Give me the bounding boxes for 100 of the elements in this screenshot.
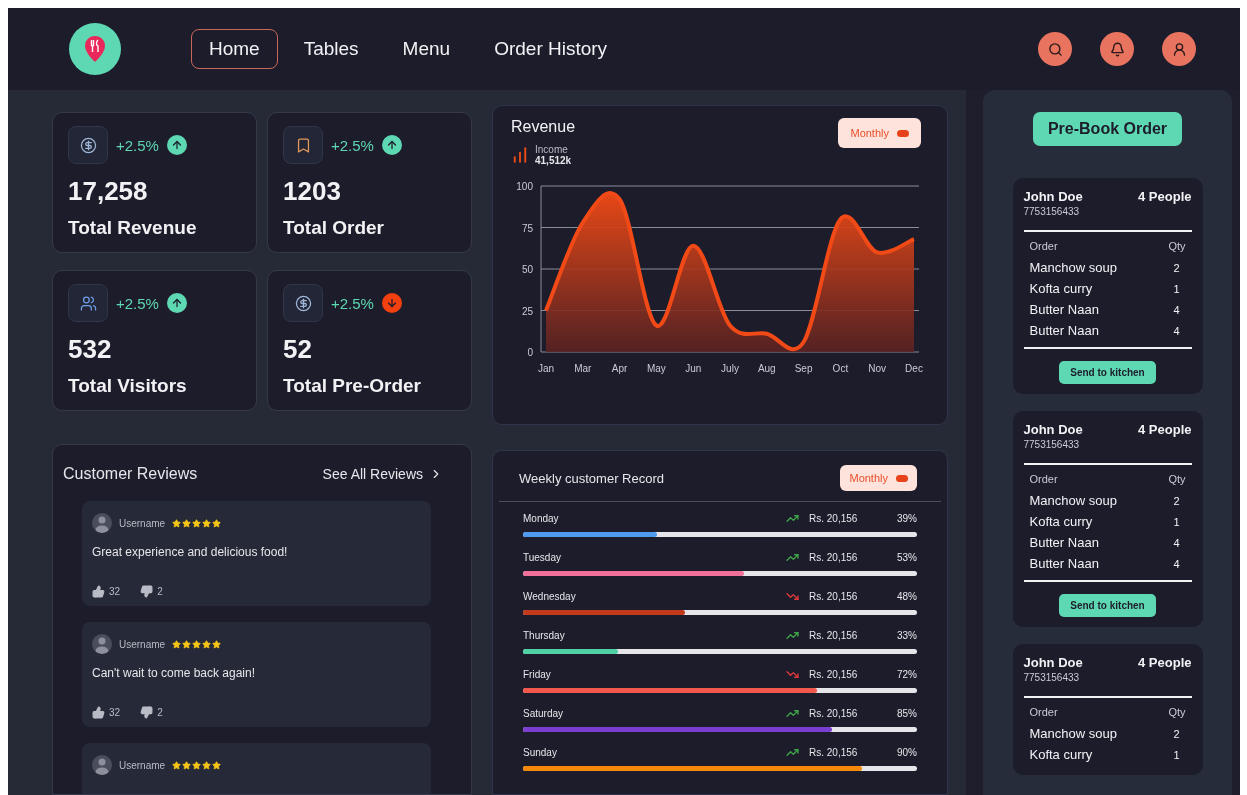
- day-label: Saturday: [523, 708, 565, 719]
- item-name: Kofta curry: [1029, 281, 1093, 296]
- phone-number: 7753156433: [1023, 206, 1081, 217]
- column-header: Qty: [1168, 240, 1186, 252]
- amount-text: Rs. 20,156: [809, 747, 859, 758]
- dollar-icon: [79, 136, 97, 154]
- panel-title: Weekly customer Record: [519, 470, 664, 486]
- axis-label: Oct: [832, 363, 849, 374]
- username: Username: [119, 638, 166, 650]
- change-text: +2.5%: [116, 136, 159, 154]
- day-label: Sunday: [523, 747, 558, 758]
- change-text: +2.5%: [331, 294, 374, 312]
- column-header: Order: [1029, 706, 1058, 718]
- axis-label: Sep: [794, 363, 813, 374]
- item-qty: 1: [1172, 515, 1181, 528]
- send-to-kitchen-button[interactable]: Send to kitchen: [1059, 594, 1156, 617]
- nav-tab[interactable]: Order History: [476, 29, 626, 69]
- customer-name: John Doe: [1023, 422, 1083, 437]
- pill-icon: [897, 129, 909, 137]
- percent-text: 53%: [896, 552, 917, 563]
- change-text: +2.5%: [116, 294, 159, 312]
- item-qty: 4: [1172, 303, 1181, 316]
- prebook-button[interactable]: Pre-Book Order: [1032, 112, 1183, 146]
- users-icon: [79, 294, 97, 312]
- dollar-icon: [294, 294, 312, 312]
- column-header: Order: [1029, 473, 1058, 485]
- party-size: 4 People: [1138, 189, 1192, 204]
- percent-text: 39%: [896, 513, 917, 524]
- phone-number: 7753156433: [1023, 439, 1081, 450]
- item-name: Butter Naan: [1029, 535, 1099, 550]
- axis-label: Aug: [757, 363, 776, 374]
- item-qty: 2: [1172, 727, 1181, 740]
- avatar-icon: [92, 634, 112, 654]
- thumbs-up-icon[interactable]: [92, 585, 105, 598]
- axis-label: Apr: [611, 363, 628, 374]
- day-label: Wednesday: [523, 591, 577, 602]
- axis-label: July: [721, 363, 739, 374]
- review-text: Can't wait to come back again!: [92, 666, 257, 680]
- panel-title: Revenue: [511, 118, 576, 136]
- stat-value: 1203: [283, 176, 342, 207]
- item-qty: 4: [1172, 557, 1181, 570]
- nav-tab[interactable]: Menu: [384, 29, 469, 69]
- stat-label: Total Order: [283, 217, 385, 239]
- legend-label: Income: [535, 144, 569, 155]
- axis-label: Nov: [868, 363, 887, 374]
- amount-text: Rs. 20,156: [809, 669, 859, 680]
- username: Username: [119, 759, 166, 771]
- axis-label: 100: [516, 181, 533, 192]
- stat-label: Total Pre-Order: [283, 375, 422, 397]
- item-qty: 2: [1172, 494, 1181, 507]
- party-size: 4 People: [1138, 422, 1192, 437]
- axis-label: 75: [521, 222, 533, 234]
- item-qty: 2: [1172, 261, 1181, 274]
- item-qty: 4: [1172, 536, 1181, 549]
- axis-label: Mar: [574, 363, 592, 374]
- notification-button[interactable]: [1100, 32, 1134, 66]
- username: Username: [119, 517, 166, 529]
- profile-button[interactable]: [1162, 32, 1196, 66]
- dislike-count: 2: [157, 586, 163, 597]
- day-label: Thursday: [523, 630, 566, 641]
- thumbs-down-icon[interactable]: [140, 585, 154, 598]
- logo-icon[interactable]: [69, 23, 121, 75]
- day-label: Monday: [523, 513, 560, 524]
- column-header: Order: [1029, 240, 1058, 252]
- send-to-kitchen-button[interactable]: Send to kitchen: [1059, 361, 1156, 384]
- item-name: Butter Naan: [1029, 323, 1099, 338]
- customer-name: John Doe: [1023, 189, 1083, 204]
- axis-label: May: [646, 363, 666, 374]
- axis-label: Dec: [905, 363, 923, 374]
- stat-label: Total Revenue: [68, 217, 198, 239]
- amount-text: Rs. 20,156: [809, 552, 859, 563]
- thumbs-down-icon[interactable]: [140, 706, 154, 719]
- item-name: Butter Naan: [1029, 556, 1099, 571]
- search-button[interactable]: [1038, 32, 1072, 66]
- user-icon: [1171, 41, 1187, 57]
- axis-label: Jun: [685, 363, 702, 374]
- avatar-icon: [92, 755, 112, 775]
- column-header: Qty: [1168, 706, 1186, 718]
- item-name: Manchow soup: [1029, 260, 1117, 275]
- nav-tab[interactable]: Home: [191, 29, 278, 69]
- stat-value: 17,258: [68, 176, 149, 207]
- item-name: Kofta curry: [1029, 514, 1093, 529]
- axis-label: 0: [527, 347, 533, 358]
- nav-tab[interactable]: Tables: [285, 29, 377, 69]
- item-name: Manchow soup: [1029, 726, 1117, 741]
- item-qty: 1: [1172, 282, 1181, 295]
- item-qty: 1: [1172, 748, 1181, 761]
- dislike-count: 2: [157, 707, 163, 718]
- customer-name: John Doe: [1023, 655, 1083, 670]
- percent-text: 72%: [896, 669, 917, 680]
- thumbs-up-icon[interactable]: [92, 706, 105, 719]
- panel-title: Customer Reviews: [63, 465, 198, 483]
- party-size: 4 People: [1138, 655, 1192, 670]
- bell-icon: [1109, 41, 1125, 57]
- like-count: 32: [109, 707, 121, 718]
- bar-chart-icon: [511, 146, 529, 164]
- income-total: 41,512k: [535, 155, 572, 166]
- stat-label: Total Visitors: [68, 375, 188, 397]
- see-all-link[interactable]: See All Reviews: [322, 466, 443, 482]
- item-name: Manchow soup: [1029, 493, 1117, 508]
